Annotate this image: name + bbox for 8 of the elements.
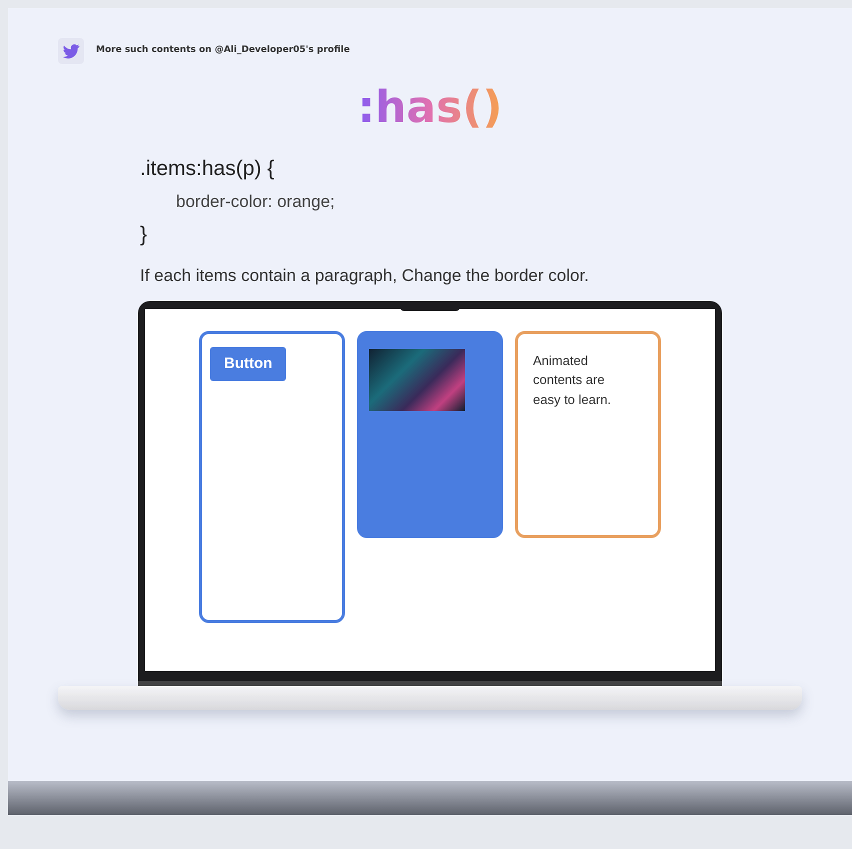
code-line: }	[140, 224, 148, 245]
code-line: border-color: orange;	[175, 193, 336, 210]
demo-button[interactable]: Button	[210, 346, 286, 381]
bird-icon	[58, 38, 84, 64]
code-line: .items:has(p) {	[140, 158, 276, 179]
caption-text: If each items contain a paragraph, Change the border color.	[140, 265, 590, 287]
card-paragraph: Animated contents are easy to learn.	[533, 352, 612, 409]
credit-text: More such contents on @Ali_Developer05's profile	[96, 44, 350, 58]
